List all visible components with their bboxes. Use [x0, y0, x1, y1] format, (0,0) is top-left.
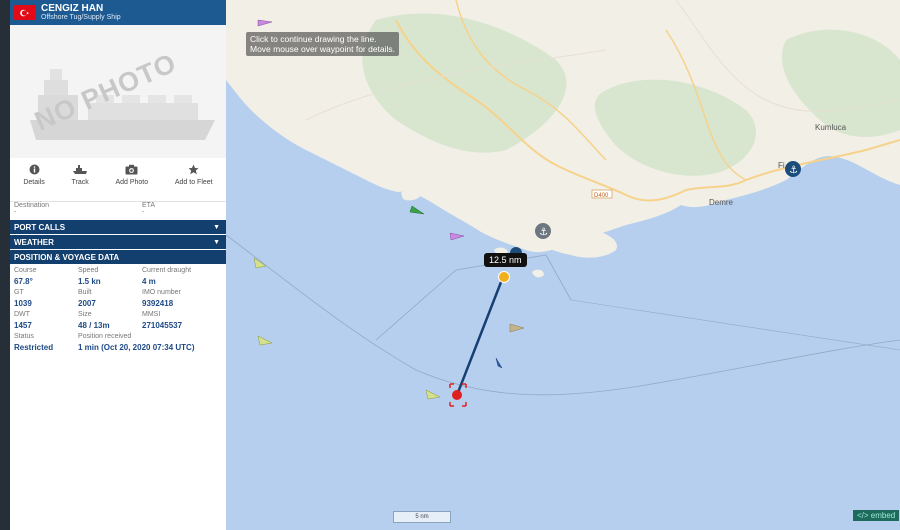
left-strip: [0, 0, 10, 530]
destination-value: -: [14, 209, 17, 216]
map-view[interactable]: D400 Demre Kumluca Fi ⚓ ⚓ Click to conti…: [226, 0, 900, 530]
turkey-flag-icon: [14, 5, 36, 20]
position-voyage-title: POSITION & VOYAGE DATA: [14, 252, 120, 262]
draught-value: 4 m: [142, 277, 156, 286]
selected-vessel-marker[interactable]: [449, 383, 467, 407]
vessel-marker-icon[interactable]: [425, 389, 441, 400]
vessel-panel: CENGIZ HAN Offshore Tug/Supply Ship NO P…: [10, 0, 226, 530]
add-photo-button[interactable]: Add Photo: [115, 164, 148, 186]
size-value: 48 / 13m: [78, 321, 110, 330]
vessel-type: Offshore Tug/Supply Ship: [41, 14, 121, 22]
vessel-marker-icon[interactable]: [409, 205, 425, 215]
svg-text:⚓: ⚓: [539, 227, 548, 238]
speed-value: 1.5 kn: [78, 277, 101, 286]
track-label: Track: [71, 179, 89, 186]
course-value: 67.8°: [14, 277, 33, 286]
embed-button[interactable]: </> embed: [853, 510, 900, 521]
position-received-value: 1 min (Oct 20, 2020 07:34 UTC): [78, 343, 195, 352]
road-label: D400: [594, 193, 609, 199]
mmsi-label: MMSI: [142, 311, 161, 318]
size-label: Size: [78, 311, 92, 318]
info-icon: [29, 164, 40, 177]
destination-label: Destination: [14, 202, 50, 209]
built-label: Built: [78, 289, 92, 296]
weather-section[interactable]: WEATHER ▼: [10, 235, 226, 249]
vessel-marker-icon[interactable]: [253, 257, 267, 269]
waypoint-handle[interactable]: [498, 271, 510, 283]
voyage-data-grid: Course Speed Current draught 67.8° 1.5 k…: [10, 264, 226, 353]
port-calls-section[interactable]: PORT CALLS ▼: [10, 220, 226, 234]
dwt-value: 1457: [14, 321, 32, 330]
star-icon: [188, 164, 199, 177]
gt-value: 1039: [14, 299, 32, 308]
map-canvas[interactable]: D400 Demre Kumluca Fi ⚓ ⚓: [226, 0, 900, 530]
details-button[interactable]: Details: [23, 164, 45, 186]
place-label-kumluca: Kumluca: [815, 123, 847, 132]
vessel-header: CENGIZ HAN Offshore Tug/Supply Ship: [10, 0, 226, 25]
vessel-actions: Details Track Add Photo Add to Fleet: [10, 158, 226, 201]
place-label-fi: Fi: [778, 161, 785, 170]
position-voyage-section[interactable]: POSITION & VOYAGE DATA: [10, 250, 226, 264]
ship-track-icon: [72, 164, 88, 177]
port-anchor-icon[interactable]: ⚓: [535, 223, 551, 239]
shipping-lane: [570, 299, 900, 351]
dwt-label: DWT: [14, 311, 30, 318]
hint-line-2: Move mouse over waypoint for details.: [250, 44, 396, 55]
distance-measure-line[interactable]: [455, 276, 505, 396]
shipping-lane: [226, 234, 900, 396]
mmsi-value: 271045537: [142, 321, 183, 330]
distance-label: 12.5 nm: [484, 253, 527, 267]
imo-value: 9392418: [142, 299, 174, 308]
vessel-marker-icon[interactable]: [257, 335, 273, 346]
vessel-marker-icon[interactable]: [495, 357, 503, 369]
imo-label: IMO number: [142, 289, 181, 296]
vessel-marker-icon[interactable]: [449, 232, 465, 241]
weather-title: WEATHER: [14, 237, 54, 247]
status-label: Status: [14, 333, 34, 340]
camera-icon: [125, 164, 138, 177]
add-to-fleet-button[interactable]: Add to Fleet: [175, 164, 213, 186]
add-photo-label: Add Photo: [115, 179, 149, 186]
chevron-down-icon: ▼: [213, 238, 220, 246]
eta-label: ETA: [142, 202, 156, 209]
gt-label: GT: [14, 289, 24, 296]
details-label: Details: [23, 179, 45, 186]
vessel-name: CENGIZ HAN: [41, 2, 104, 14]
speed-label: Speed: [78, 267, 99, 274]
drawing-hint-tooltip: Click to continue drawing the line. Move…: [246, 32, 400, 57]
map-scale-bar: 5 nm: [393, 511, 451, 523]
vessel-photo-placeholder[interactable]: NO PHOTO: [10, 25, 226, 158]
status-value: Restricted: [14, 343, 54, 352]
course-label: Course: [14, 267, 37, 274]
hint-line-1: Click to continue drawing the line.: [250, 34, 377, 44]
track-button[interactable]: Track: [71, 164, 89, 186]
svg-text:⚓: ⚓: [789, 165, 798, 176]
add-to-fleet-label: Add to Fleet: [174, 179, 213, 186]
draught-label: Current draught: [142, 267, 192, 274]
chevron-down-icon: ▼: [213, 223, 220, 231]
island-land: [532, 269, 544, 278]
place-label-demre: Demre: [709, 198, 734, 207]
eta-value: -: [142, 209, 145, 216]
vessel-marker-icon[interactable]: [509, 323, 525, 333]
port-calls-title: PORT CALLS: [14, 222, 66, 232]
port-anchor-icon[interactable]: ⚓: [785, 161, 801, 177]
position-received-label: Position received: [78, 333, 132, 340]
built-value: 2007: [78, 299, 96, 308]
voyage-row: Destination - ETA -: [10, 201, 226, 216]
shipping-lane: [375, 254, 572, 341]
